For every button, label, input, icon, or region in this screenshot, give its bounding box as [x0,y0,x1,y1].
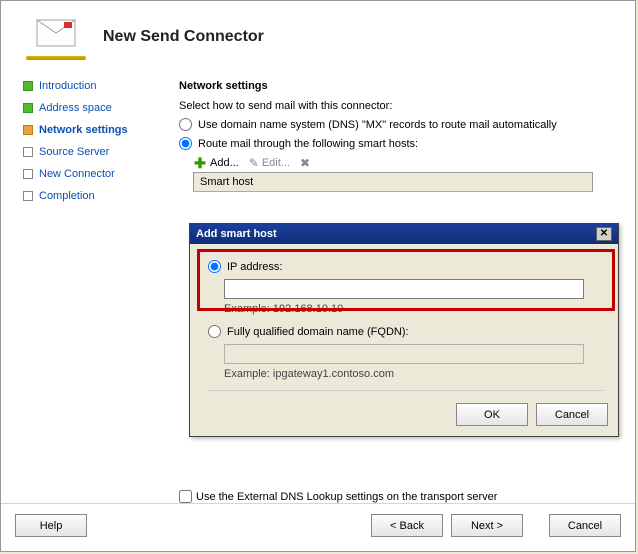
radio-ip[interactable] [208,260,221,273]
dialog-footer: OK Cancel [190,401,618,436]
step-marker-icon [23,169,33,179]
ip-example-label: Example: 192.168.10.10 [224,303,604,315]
dialog-title-text: Add smart host [196,228,277,240]
section-title: Network settings [179,80,615,92]
ip-address-input[interactable] [224,279,584,299]
dialog-titlebar[interactable]: Add smart host ✕ [190,224,618,244]
back-button[interactable]: < Back [371,514,443,537]
add-smart-host-dialog: Add smart host ✕ IP address: Example: 19… [189,223,619,437]
add-button[interactable]: ✚ Add... [193,156,239,170]
sidebar-item-label: Completion [39,190,95,202]
sidebar-item-completion[interactable]: Completion [23,190,163,202]
fqdn-group: Example: ipgateway1.contoso.com [224,344,604,380]
radio-dns-row[interactable]: Use domain name system (DNS) "MX" record… [179,118,615,131]
plus-icon: ✚ [193,156,207,170]
edit-button: ✎ Edit... [249,156,290,170]
edit-label: Edit... [262,157,290,169]
radio-smart[interactable] [179,137,192,150]
select-how-label: Select how to send mail with this connec… [179,100,615,112]
radio-ip-label: IP address: [227,261,282,273]
wizard-footer: Help < Back Next > Cancel [1,503,635,551]
footer-nav: < Back Next > Cancel [371,514,621,537]
radio-fqdn[interactable] [208,325,221,338]
radio-ip-row[interactable]: IP address: [208,260,604,273]
pencil-icon: ✎ [249,156,259,170]
sidebar-item-introduction[interactable]: Introduction [23,80,163,92]
close-icon: ✖ [300,156,310,170]
step-marker-icon [23,81,33,91]
wizard-icon-bar [26,56,86,60]
step-marker-icon [23,147,33,157]
delete-button: ✖ [300,156,310,170]
grid-column-header[interactable]: Smart host [193,172,593,192]
sidebar-item-label: Address space [39,102,112,114]
step-marker-icon [23,103,33,113]
add-label: Add... [210,157,239,169]
mail-icon [36,19,76,50]
fqdn-input [224,344,584,364]
sidebar-item-network-settings[interactable]: Network settings [23,124,163,136]
radio-fqdn-row[interactable]: Fully qualified domain name (FQDN): [208,325,604,338]
dialog-ok-button[interactable]: OK [456,403,528,426]
radio-dns[interactable] [179,118,192,131]
cancel-button[interactable]: Cancel [549,514,621,537]
ext-dns-checkbox[interactable] [179,490,192,503]
wizard-icon-wrap [21,19,91,60]
step-marker-icon [23,191,33,201]
wizard-window: New Send Connector Introduction Address … [0,0,636,552]
radio-smart-row[interactable]: Route mail through the following smart h… [179,137,615,150]
dialog-body: IP address: Example: 192.168.10.10 Fully… [190,244,618,401]
ext-dns-label: Use the External DNS Lookup settings on … [196,491,497,503]
sidebar-item-address-space[interactable]: Address space [23,102,163,114]
ip-group: Example: 192.168.10.10 [224,279,604,315]
sidebar: Introduction Address space Network setti… [1,68,171,498]
smart-host-toolbar: ✚ Add... ✎ Edit... ✖ [193,156,615,170]
radio-smart-label: Route mail through the following smart h… [198,138,418,150]
dialog-cancel-button[interactable]: Cancel [536,403,608,426]
radio-fqdn-label: Fully qualified domain name (FQDN): [227,326,409,338]
help-button[interactable]: Help [15,514,87,537]
page-title: New Send Connector [91,28,264,52]
sidebar-item-label: Source Server [39,146,109,158]
sidebar-item-label: Network settings [39,124,128,136]
next-button[interactable]: Next > [451,514,523,537]
sidebar-item-label: New Connector [39,168,115,180]
step-marker-icon [23,125,33,135]
sidebar-item-source-server[interactable]: Source Server [23,146,163,158]
fqdn-example-label: Example: ipgateway1.contoso.com [224,368,604,380]
dialog-divider [208,390,604,391]
sidebar-item-new-connector[interactable]: New Connector [23,168,163,180]
ext-dns-checkbox-row[interactable]: Use the External DNS Lookup settings on … [179,490,497,503]
radio-dns-label: Use domain name system (DNS) "MX" record… [198,119,557,131]
sidebar-item-label: Introduction [39,80,96,92]
header: New Send Connector [1,1,635,68]
dialog-close-button[interactable]: ✕ [596,227,612,241]
